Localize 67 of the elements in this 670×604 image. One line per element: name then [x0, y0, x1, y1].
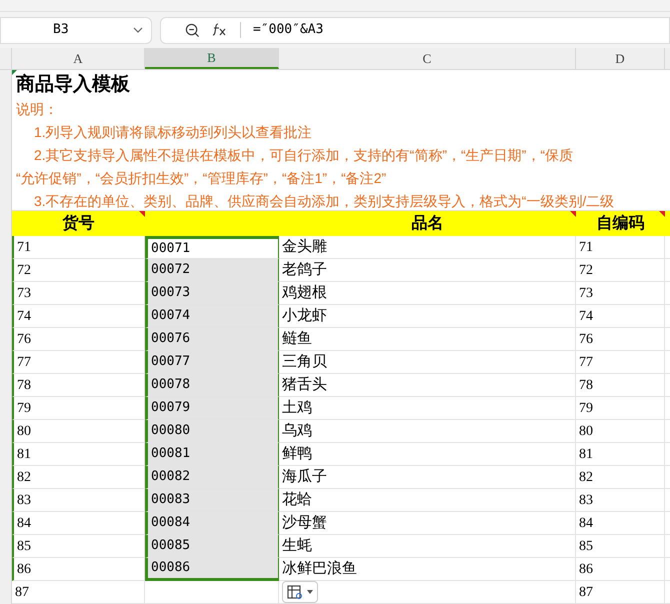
table-cell: 78: [576, 374, 665, 397]
column-header[interactable]: B: [145, 48, 279, 69]
table-cell: 79: [576, 397, 665, 420]
table-cell: 84: [576, 512, 665, 535]
table-cell: 81: [576, 443, 665, 466]
table-cell: 00072: [145, 259, 279, 282]
table-cell: 00071: [145, 236, 279, 259]
table-cell: 76: [576, 328, 665, 351]
chevron-down-icon: [133, 27, 143, 33]
table-cell: 00073: [145, 282, 279, 305]
column-header[interactable]: D: [576, 48, 665, 69]
table-cell: 85: [576, 535, 665, 558]
table-cell: 71: [576, 236, 665, 259]
instruction-line: “允许促销”，“会员折扣生效”，“管理库存”，“备注1”，“备注2”: [16, 169, 388, 188]
table-cell: 00083: [145, 489, 279, 512]
column-header[interactable]: C: [279, 48, 576, 69]
table-cell: 海瓜子: [279, 466, 576, 489]
table-cell: 00079: [145, 397, 279, 420]
table-cell: 83: [576, 489, 665, 512]
table-cell: 00074: [145, 305, 279, 328]
zoom-out-icon[interactable]: [185, 22, 200, 38]
function-icon[interactable]: [212, 23, 228, 37]
table-cell: 猪舌头: [279, 374, 576, 397]
table-cell: 00080: [145, 420, 279, 443]
header-cell: 自编码: [576, 211, 665, 236]
table-cell: 老鸽子: [279, 259, 576, 282]
table-cell: 00076: [145, 328, 279, 351]
table-cell: 00085: [145, 535, 279, 558]
table-cell: 00082: [145, 466, 279, 489]
instruction-line: 1.列导入规则请将鼠标移动到列头以查看批注: [33, 123, 313, 142]
table-cell: 鲜鸭: [279, 443, 576, 466]
table-cell: 00086: [145, 558, 279, 581]
table-cell: 00078: [145, 374, 279, 397]
table-cell: 72: [576, 259, 665, 282]
table-cell: 生蚝: [279, 535, 576, 558]
table-cell: 金头雕: [279, 236, 576, 259]
table-cell: 花蛤: [279, 489, 576, 512]
template-title: 商品导入模板: [16, 72, 131, 97]
table-cell: 土鸡: [279, 397, 576, 420]
table-cell: 小龙虾: [279, 305, 576, 328]
table-cell: 00084: [145, 512, 279, 535]
table-cell: 乌鸡: [279, 420, 576, 443]
name-box[interactable]: B3: [0, 16, 152, 44]
table-cell: 87: [576, 581, 665, 604]
caret-icon: [307, 590, 313, 594]
table-cell: 鲢鱼: [279, 328, 576, 351]
formula-bar[interactable]: =″000″&A3: [160, 16, 670, 44]
instruction-line: 2.其它支持导入属性不提供在模板中，可自行添加，支持的有“简称”，“生产日期”，“保质: [33, 146, 574, 165]
table-cell: 80: [576, 420, 665, 443]
table-cell: 82: [576, 466, 665, 489]
table-cell: 00077: [145, 351, 279, 374]
table-cell: 冰鲜巴浪鱼: [279, 558, 576, 581]
header-cell: 品名: [279, 211, 576, 236]
instruction-line: 说明：: [16, 100, 59, 119]
table-icon: [287, 585, 303, 599]
table-cell: 86: [576, 558, 665, 581]
header-cell: 货号: [12, 211, 145, 236]
table-cell: 三角贝: [279, 351, 576, 374]
table-cell: 77: [576, 351, 665, 374]
paste-options-button[interactable]: [282, 581, 318, 603]
table-cell: 鸡翅根: [279, 282, 576, 305]
table-cell: 73: [576, 282, 665, 305]
table-cell: 74: [576, 305, 665, 328]
instruction-line: 3.不存在的单位、类别、品牌、供应商会自动添加，类别支持层级导入，格式为“一级类别/二级: [33, 192, 616, 210]
table-cell: 00081: [145, 443, 279, 466]
formula-text[interactable]: =″000″&A3: [253, 20, 324, 40]
table-cell: 沙母蟹: [279, 512, 576, 535]
